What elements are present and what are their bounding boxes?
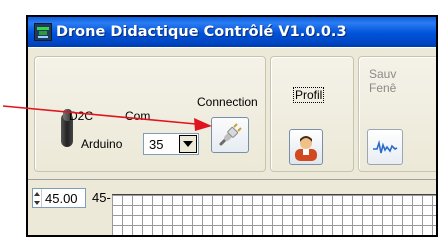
connection-group: D2C Com Arduino 35 Connection	[34, 56, 266, 172]
waveform-icon	[373, 139, 398, 154]
spin-down-icon[interactable]	[33, 198, 41, 207]
connection-button[interactable]	[211, 117, 249, 153]
spin-arrows[interactable]	[33, 189, 42, 207]
connection-label: Connection	[197, 95, 258, 109]
user-avatar-icon	[295, 136, 317, 161]
title-bar: Drone Didactique Contrôlé V1.0.0.3	[28, 17, 436, 47]
com-port-value: 35	[149, 136, 164, 152]
profil-button[interactable]	[289, 129, 323, 165]
d2c-label: D2C	[69, 109, 94, 123]
scale-spinbox[interactable]: 45.00	[32, 188, 86, 208]
graph-panel: 45.00 45-	[28, 179, 436, 235]
chevron-down-icon[interactable]	[179, 135, 197, 153]
arduino-label: Arduino	[81, 137, 123, 151]
save-window-button[interactable]	[367, 129, 403, 165]
save-label-line1: Sauv	[369, 67, 397, 81]
com-port-select[interactable]: 35	[143, 133, 199, 155]
save-group: Sauv Fenê	[358, 56, 436, 172]
plug-icon	[219, 123, 242, 146]
toolbar: D2C Com Arduino 35 Connection Profil Sau…	[28, 47, 436, 179]
app-window: Drone Didactique Contrôlé V1.0.0.3 D2C C…	[26, 15, 438, 237]
y-axis-label: 45-	[92, 190, 111, 205]
window-title: Drone Didactique Contrôlé V1.0.0.3	[56, 24, 347, 40]
profil-label: Profil	[293, 87, 325, 103]
scale-value: 45.00	[45, 190, 78, 206]
spin-up-icon[interactable]	[33, 189, 41, 198]
com-label: Com	[125, 109, 151, 123]
save-label-line2: Fenê	[369, 81, 397, 95]
graph-grid	[112, 194, 436, 235]
drone-app-icon	[34, 23, 52, 41]
profil-group: Profil	[270, 56, 354, 172]
